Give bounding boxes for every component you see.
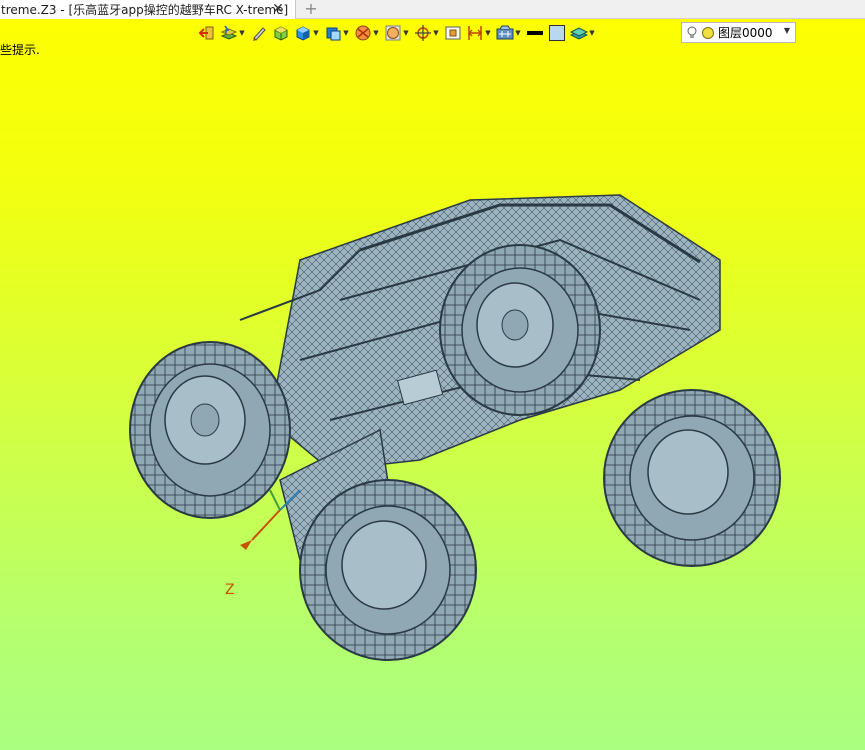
line-color-button[interactable]: [526, 22, 544, 44]
pen-tool-icon: [253, 27, 266, 41]
new-tab-icon[interactable]: +: [302, 0, 320, 18]
document-tab[interactable]: treme.Z3 - [乐高蓝牙app操控的越野车RC X-treme] ✕: [0, 0, 296, 19]
chevron-down-icon[interactable]: ▼: [402, 24, 410, 42]
chevron-down-icon[interactable]: ▼: [238, 24, 246, 42]
chevron-down-icon[interactable]: ▼: [432, 24, 440, 42]
close-icon[interactable]: ✕: [271, 2, 285, 16]
layer-panel-button[interactable]: ▼: [570, 22, 596, 44]
fill-color-icon: [549, 25, 565, 41]
target-icon: [415, 25, 431, 41]
rc-car-model: [129, 194, 781, 661]
display-settings-icon: [496, 25, 514, 40]
view-cube-button[interactable]: ▼: [324, 22, 350, 44]
render-mode-button[interactable]: [272, 22, 290, 44]
layer-select[interactable]: 图层0000 ▼: [681, 22, 796, 43]
tab-title: treme.Z3 - [乐高蓝牙app操控的越野车RC X-treme]: [1, 3, 289, 17]
layer-name: 图层0000: [718, 26, 773, 40]
exit-sketch-button[interactable]: [198, 22, 216, 44]
line-color-icon: [527, 31, 543, 35]
fit-view-button[interactable]: [444, 22, 462, 44]
fit-view-icon: [445, 26, 461, 40]
section-view-button[interactable]: ▼: [354, 22, 380, 44]
chevron-down-icon[interactable]: ▼: [484, 24, 492, 42]
wheel-rear-left: [439, 244, 601, 416]
chevron-down-icon[interactable]: ▼: [784, 26, 790, 35]
shaded-cube-icon: [296, 26, 310, 41]
fill-color-button[interactable]: [548, 22, 566, 44]
axis-z-label: Z: [225, 582, 235, 598]
render-mode-icon: [274, 26, 288, 41]
align-button[interactable]: ▼: [466, 22, 492, 44]
model-viewport[interactable]: Z: [0, 45, 865, 750]
section-view-icon: [355, 25, 371, 41]
shaded-cube-button[interactable]: ▼: [294, 22, 320, 44]
exit-sketch-icon: [198, 26, 214, 40]
layer-stack-icon: [220, 25, 238, 40]
wheel-front-right: [299, 479, 477, 661]
pen-tool-button[interactable]: [250, 22, 268, 44]
chevron-down-icon[interactable]: ▼: [588, 24, 596, 42]
wheel-front-left: [129, 341, 291, 519]
layer-panel-icon: [570, 27, 588, 40]
globe-view-button[interactable]: ▼: [384, 22, 410, 44]
layer-status-icon: [702, 26, 714, 39]
align-icon: [468, 26, 482, 40]
chevron-down-icon[interactable]: ▼: [342, 24, 350, 42]
target-button[interactable]: ▼: [414, 22, 440, 44]
bulb-icon: [687, 26, 697, 38]
tab-bar: treme.Z3 - [乐高蓝牙app操控的越野车RC X-treme] ✕ +: [0, 0, 865, 19]
display-settings-button[interactable]: ▼: [496, 22, 522, 44]
chevron-down-icon[interactable]: ▼: [372, 24, 380, 42]
view-cube-icon: [326, 27, 341, 41]
globe-view-icon: [385, 25, 401, 41]
layer-stack-button[interactable]: ▼: [220, 22, 246, 44]
wheel-rear-right: [603, 389, 781, 567]
chevron-down-icon[interactable]: ▼: [312, 24, 320, 42]
chevron-down-icon[interactable]: ▼: [514, 24, 522, 42]
